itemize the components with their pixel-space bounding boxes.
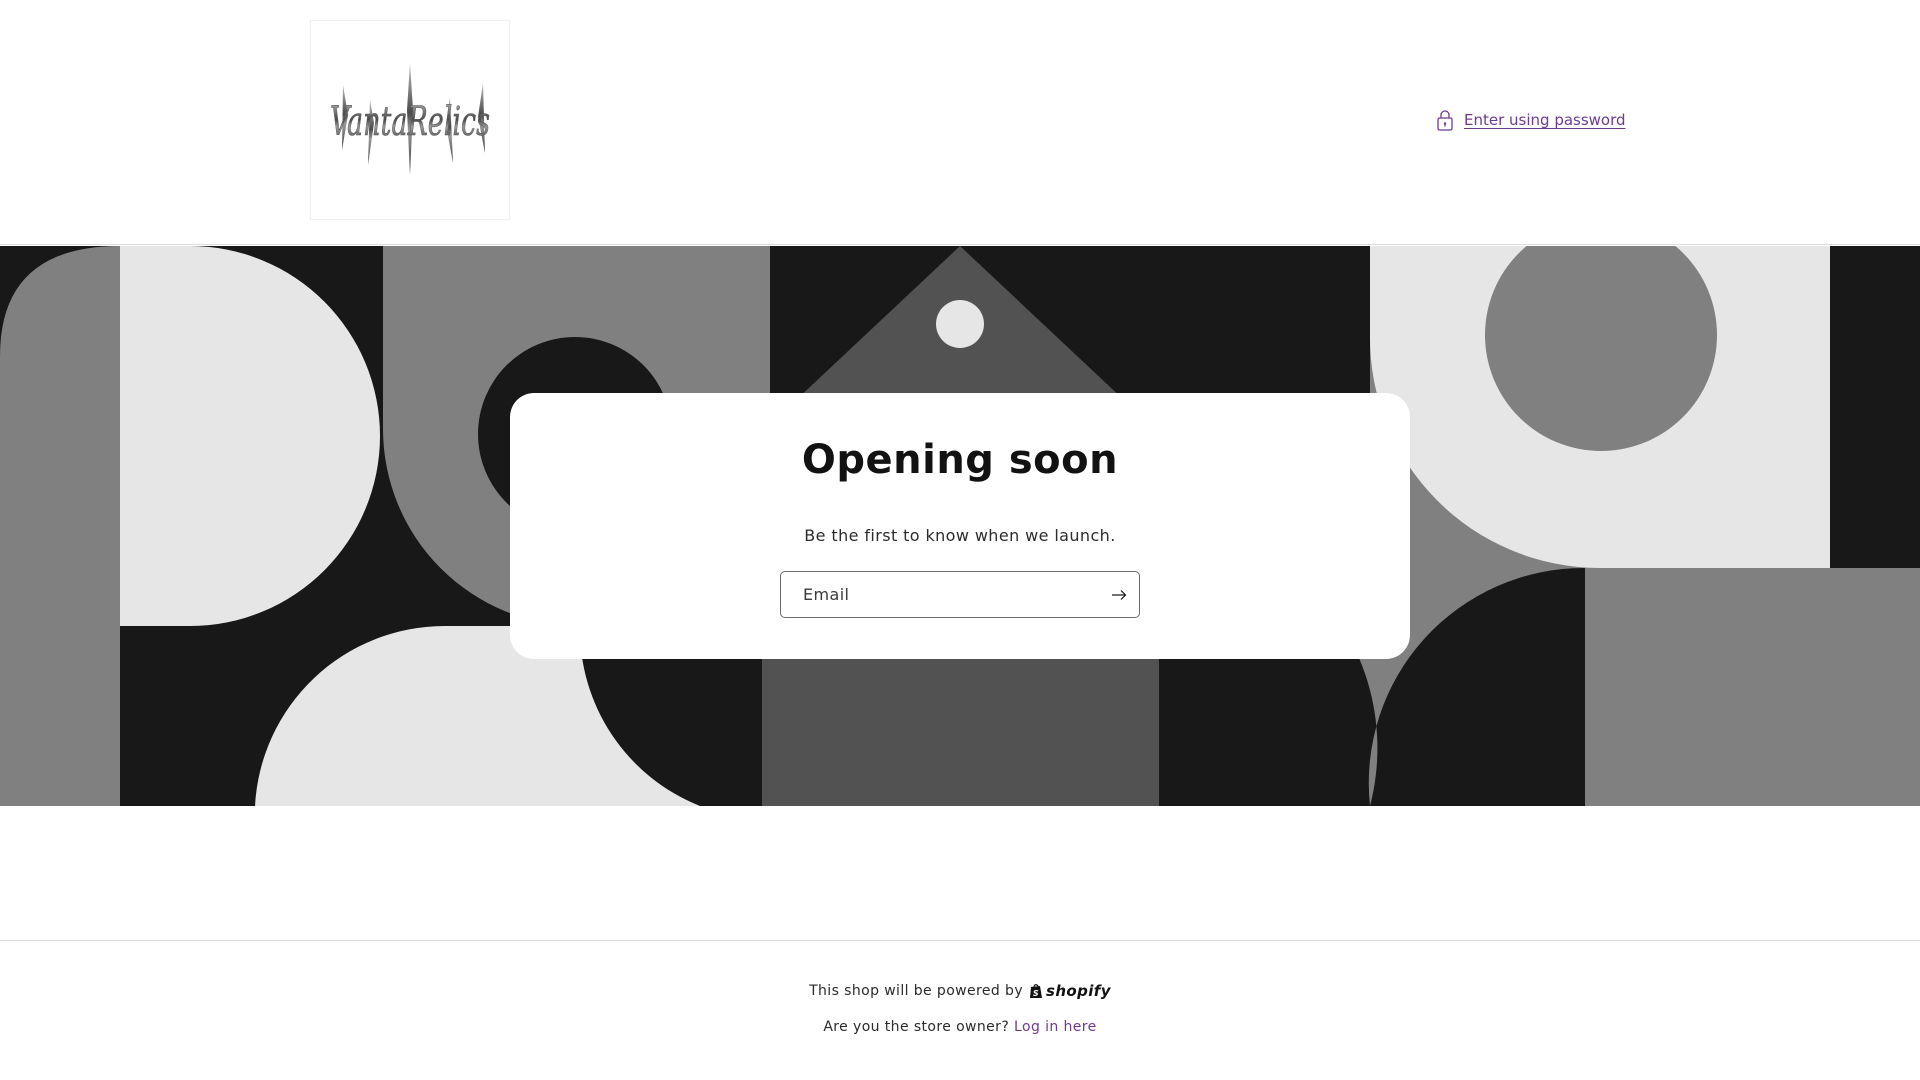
site-footer: This shop will be powered by S shopify A…	[0, 940, 1920, 1080]
page-title: Opening soon	[801, 437, 1119, 483]
store-owner-line: Are you the store owner? Log in here	[0, 1019, 1920, 1035]
email-field[interactable]	[780, 571, 1140, 618]
shopify-logo-link[interactable]: S shopify	[1029, 982, 1111, 1000]
powered-by-text: This shop will be powered by	[809, 983, 1024, 999]
powered-by: This shop will be powered by S shopify	[0, 982, 1920, 1000]
shopify-bag-icon: S	[1030, 984, 1043, 998]
vantarelics-logo-image: VantaRelics	[329, 63, 490, 175]
owner-question-text: Are you the store owner?	[823, 1019, 1010, 1035]
site-header: VantaRelics Enter using password	[0, 0, 1920, 245]
store-logo[interactable]: VantaRelics	[310, 20, 510, 220]
lock-icon	[1436, 109, 1454, 131]
login-link[interactable]: Log in here	[1014, 1019, 1097, 1035]
enter-using-password-label: Enter using password	[1464, 111, 1626, 129]
arrow-right-icon	[1112, 590, 1127, 600]
shopify-label: shopify	[1046, 982, 1111, 1000]
email-input[interactable]	[801, 584, 1091, 605]
subtitle-text: Be the first to know when we launch.	[804, 526, 1116, 545]
newsletter-card: Opening soon Be the first to know when w…	[510, 393, 1410, 659]
svg-text:S: S	[1033, 989, 1039, 998]
subscribe-submit-button[interactable]	[1107, 583, 1131, 607]
enter-using-password-link[interactable]: Enter using password	[1436, 109, 1626, 131]
svg-text:VantaRelics: VantaRelics	[330, 99, 490, 145]
